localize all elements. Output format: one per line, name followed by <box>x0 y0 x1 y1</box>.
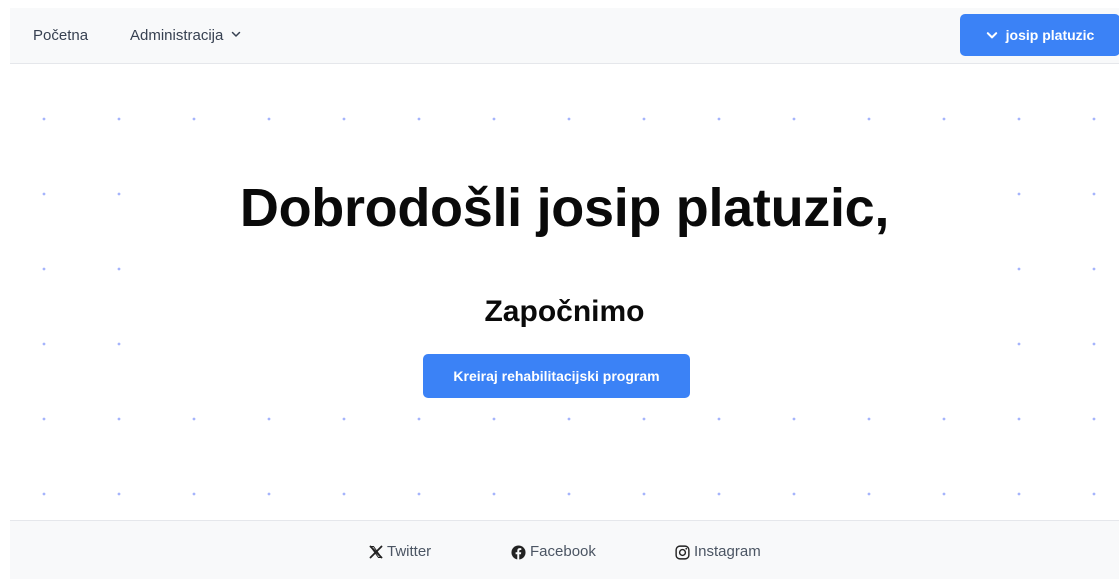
welcome-heading: Dobrodošli josip platuzic, <box>239 178 890 238</box>
page: Početna Administracija josip platuzic Do… <box>0 0 1119 579</box>
footer-link-label: Twitter <box>387 543 432 560</box>
nav-administration-label: Administracija <box>130 27 224 44</box>
footer-link-label: Instagram <box>694 543 761 560</box>
create-program-button[interactable]: Kreiraj rehabilitacijski program <box>423 354 690 398</box>
footer-link-facebook[interactable]: Facebook <box>511 543 596 561</box>
footer: Twitter Facebook Instagram <box>10 520 1119 579</box>
chevron-down-icon <box>231 25 241 45</box>
x-twitter-icon <box>369 545 383 559</box>
user-menu-button[interactable]: josip platuzic <box>960 14 1119 56</box>
hero-section: Dobrodošli josip platuzic, Započnimo Kre… <box>10 64 1119 520</box>
facebook-icon <box>511 544 526 560</box>
nav-administration-dropdown[interactable]: Administracija <box>130 26 241 46</box>
footer-link-twitter[interactable]: Twitter <box>369 543 431 561</box>
user-name-label: josip platuzic <box>1005 27 1095 43</box>
get-started-heading: Započnimo <box>484 295 645 328</box>
navbar: Početna Administracija josip platuzic <box>10 8 1119 64</box>
instagram-icon <box>675 544 690 560</box>
chevron-down-icon <box>986 29 998 41</box>
footer-link-instagram[interactable]: Instagram <box>675 543 761 561</box>
nav-home-link[interactable]: Početna <box>33 26 88 46</box>
footer-link-label: Facebook <box>530 543 596 560</box>
